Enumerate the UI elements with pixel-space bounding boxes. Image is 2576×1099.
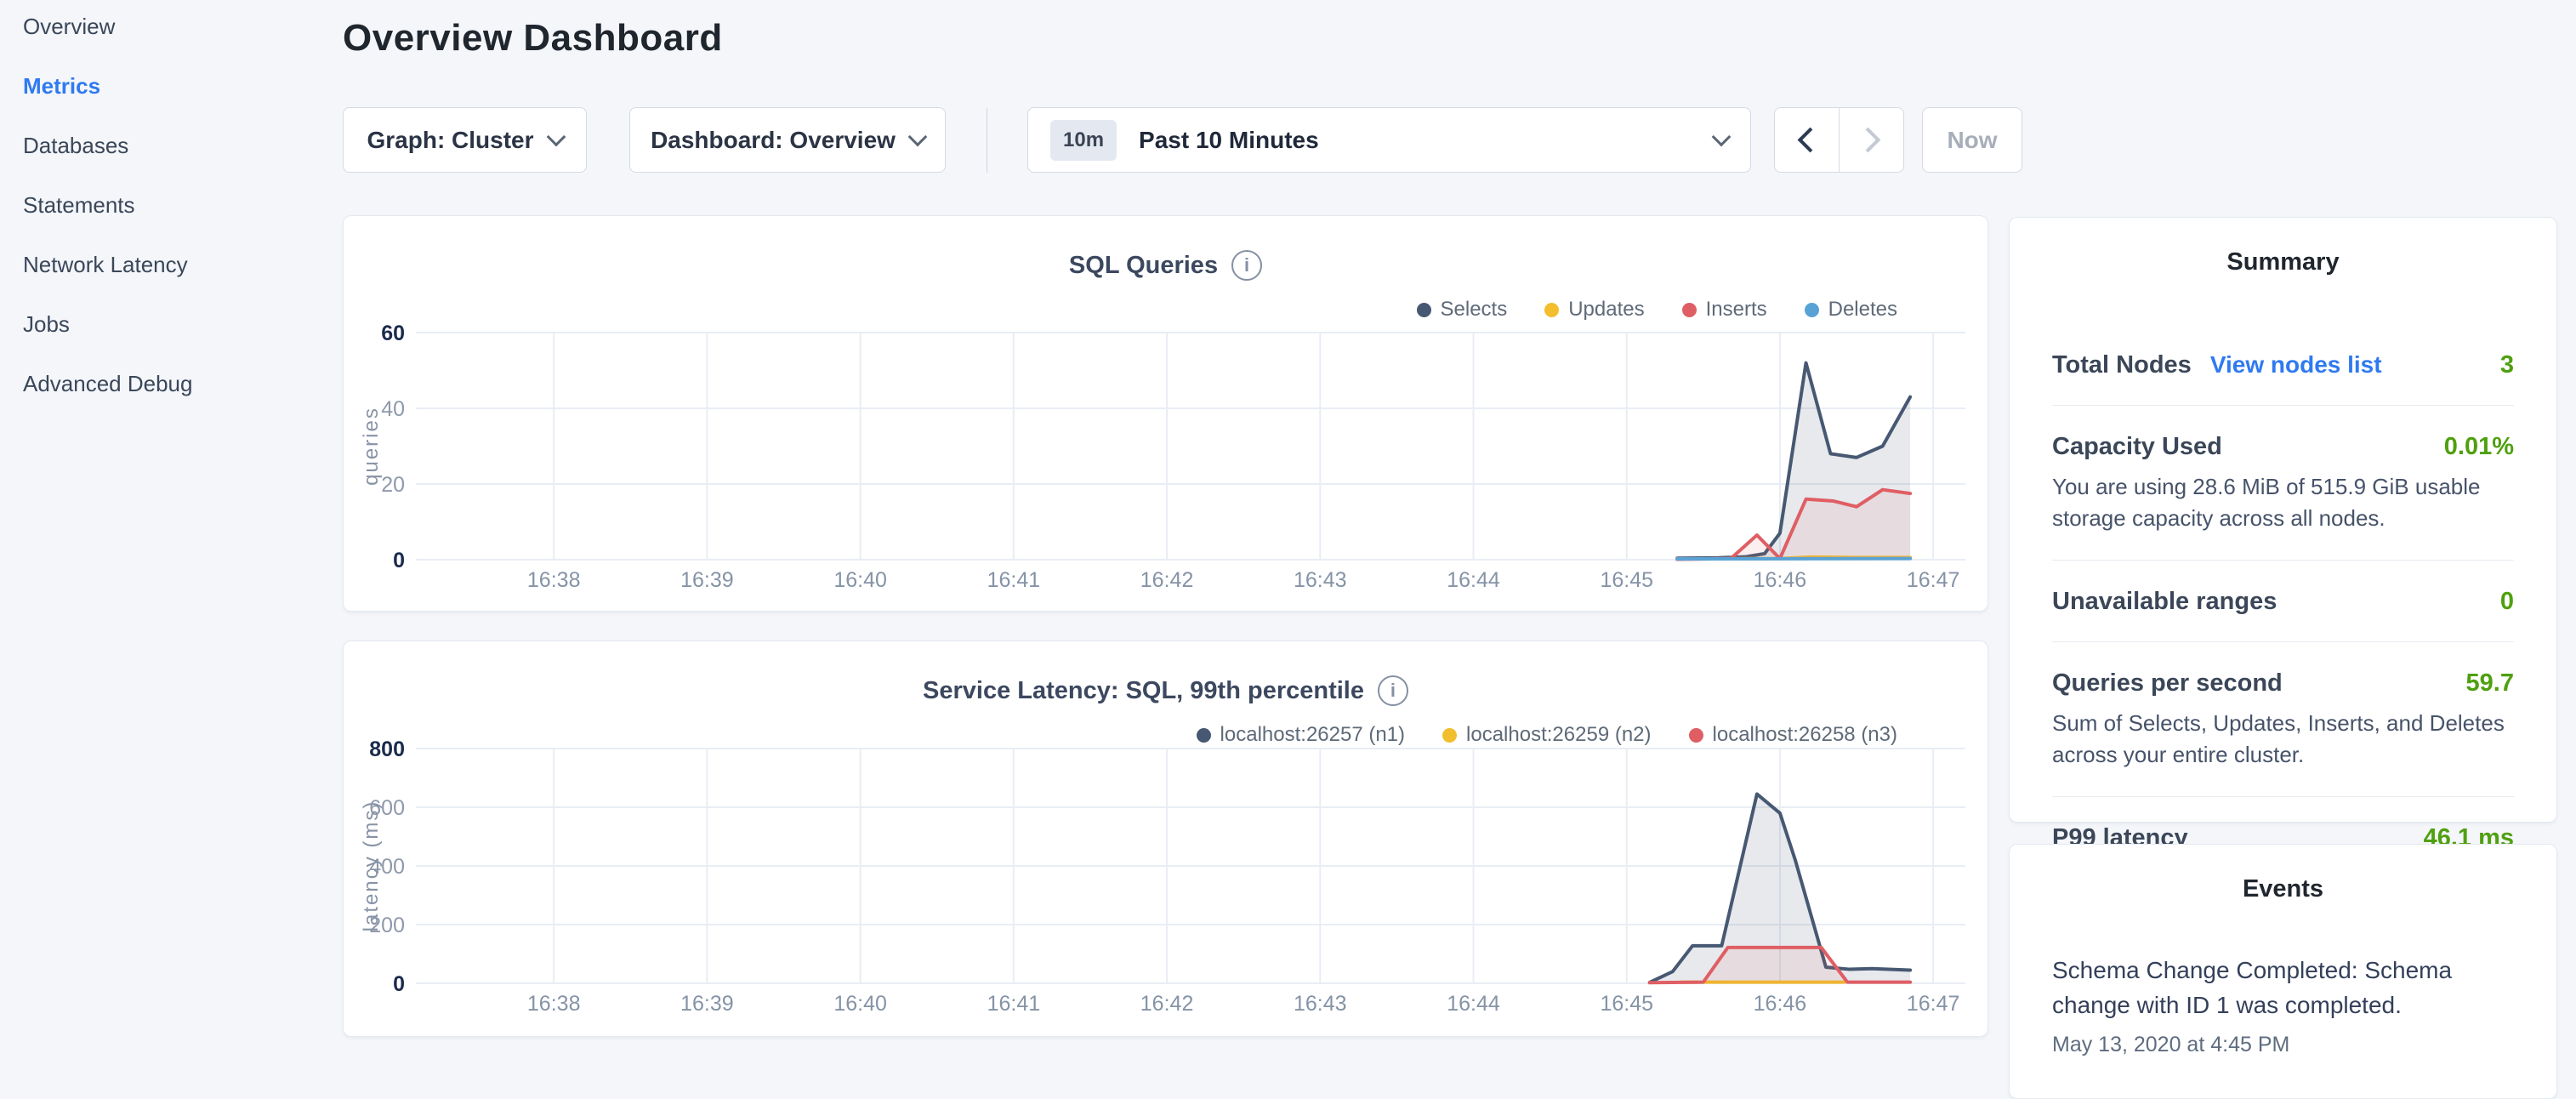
svg-text:16:45: 16:45 [1600, 568, 1653, 592]
chevron-right-icon [1856, 128, 1881, 153]
svg-text:16:46: 16:46 [1754, 568, 1807, 592]
summary-row-unavailable-ranges: Unavailable ranges 0 [2052, 588, 2514, 616]
dashboard-dropdown-label: Dashboard: Overview [651, 127, 896, 154]
svg-text:queries: queries [360, 407, 383, 486]
prev-time-button[interactable] [1775, 108, 1839, 172]
svg-text:0: 0 [393, 972, 405, 996]
svg-text:16:40: 16:40 [833, 568, 887, 592]
event-item[interactable]: Schema Change Completed: Schema change w… [2052, 953, 2514, 1022]
svg-text:16:42: 16:42 [1140, 568, 1194, 592]
capacity-used-desc: You are using 28.6 MiB of 515.9 GiB usab… [2052, 471, 2514, 534]
graph-dropdown[interactable]: Graph: Cluster [343, 107, 587, 173]
divider [2052, 560, 2514, 561]
sidebar-item-network-latency[interactable]: Network Latency [23, 253, 329, 276]
svg-text:16:41: 16:41 [987, 568, 1041, 592]
events-title: Events [2052, 875, 2514, 903]
sidebar-item-jobs[interactable]: Jobs [23, 313, 329, 335]
svg-text:16:40: 16:40 [833, 992, 887, 1016]
svg-text:16:41: 16:41 [987, 992, 1041, 1016]
summary-row-qps: Queries per second 59.7 [2052, 669, 2514, 698]
svg-text:16:43: 16:43 [1294, 568, 1347, 592]
service-latency-chart: 16:38 16:39 16:40 16:41 16:42 16:43 16:44 16:45… [344, 641, 1987, 1036]
divider [2052, 796, 2514, 797]
now-button[interactable]: Now [1922, 107, 2022, 173]
time-window-label: Past 10 Minutes [1139, 127, 1692, 154]
svg-text:16:42: 16:42 [1140, 992, 1194, 1016]
divider [2052, 641, 2514, 642]
chevron-down-icon [546, 127, 566, 146]
chevron-down-icon [1712, 127, 1732, 146]
time-window-selector[interactable]: 10m Past 10 Minutes [1027, 107, 1751, 173]
divider [2052, 405, 2514, 406]
page-title: Overview Dashboard [343, 17, 723, 60]
summary-title: Summary [2052, 248, 2514, 276]
summary-row-total-nodes: Total Nodes View nodes list 3 [2052, 351, 2514, 379]
summary-row-capacity: Capacity Used 0.01% [2052, 433, 2514, 461]
sql-queries-chart-card: SQL Queries i Selects Updates Inserts De… [343, 215, 1988, 612]
sidebar-item-statements[interactable]: Statements [23, 194, 329, 216]
qps-desc: Sum of Selects, Updates, Inserts, and De… [2052, 708, 2514, 771]
sidebar-item-overview[interactable]: Overview [23, 15, 329, 37]
sidebar-item-advanced-debug[interactable]: Advanced Debug [23, 373, 329, 395]
chevron-left-icon [1798, 128, 1823, 153]
svg-text:800: 800 [369, 737, 405, 761]
svg-text:16:39: 16:39 [680, 992, 734, 1016]
svg-text:16:44: 16:44 [1447, 992, 1500, 1016]
next-time-button[interactable] [1839, 108, 1903, 172]
unavailable-ranges-value: 0 [2500, 588, 2514, 616]
time-pager [1774, 107, 1904, 173]
svg-text:16:47: 16:47 [1907, 568, 1960, 592]
events-panel: Events Schema Change Completed: Schema c… [2009, 844, 2557, 1099]
svg-text:0: 0 [393, 549, 405, 572]
svg-text:latency (ms): latency (ms) [360, 800, 383, 932]
svg-text:16:38: 16:38 [527, 568, 581, 592]
qps-value: 59.7 [2466, 669, 2514, 698]
svg-text:16:47: 16:47 [1907, 992, 1960, 1016]
svg-text:16:39: 16:39 [680, 568, 734, 592]
capacity-used-value: 0.01% [2444, 433, 2514, 461]
svg-text:16:43: 16:43 [1294, 992, 1347, 1016]
sidebar-item-databases[interactable]: Databases [23, 134, 329, 157]
total-nodes-value: 3 [2500, 351, 2514, 379]
svg-text:16:45: 16:45 [1600, 992, 1653, 1016]
sidebar: Overview Metrics Databases Statements Ne… [23, 15, 329, 395]
sql-queries-chart: 16:38 16:39 16:40 16:41 16:42 16:43 16:44 16:45… [344, 216, 1987, 611]
svg-text:20: 20 [381, 473, 405, 497]
svg-text:40: 40 [381, 397, 405, 421]
svg-text:16:38: 16:38 [527, 992, 581, 1016]
time-window-badge: 10m [1050, 120, 1117, 161]
service-latency-chart-card: Service Latency: SQL, 99th percentile i … [343, 641, 1988, 1037]
summary-panel: Summary Total Nodes View nodes list 3 Ca… [2009, 217, 2557, 823]
chevron-down-icon [908, 127, 928, 146]
view-nodes-list-link[interactable]: View nodes list [2210, 351, 2382, 379]
event-timestamp: May 13, 2020 at 4:45 PM [2052, 1033, 2514, 1057]
graph-dropdown-label: Graph: Cluster [367, 127, 533, 154]
svg-text:16:44: 16:44 [1447, 568, 1500, 592]
sidebar-item-metrics[interactable]: Metrics [23, 75, 329, 97]
svg-text:60: 60 [381, 322, 405, 345]
dashboard-dropdown[interactable]: Dashboard: Overview [629, 107, 946, 173]
svg-text:16:46: 16:46 [1754, 992, 1807, 1016]
